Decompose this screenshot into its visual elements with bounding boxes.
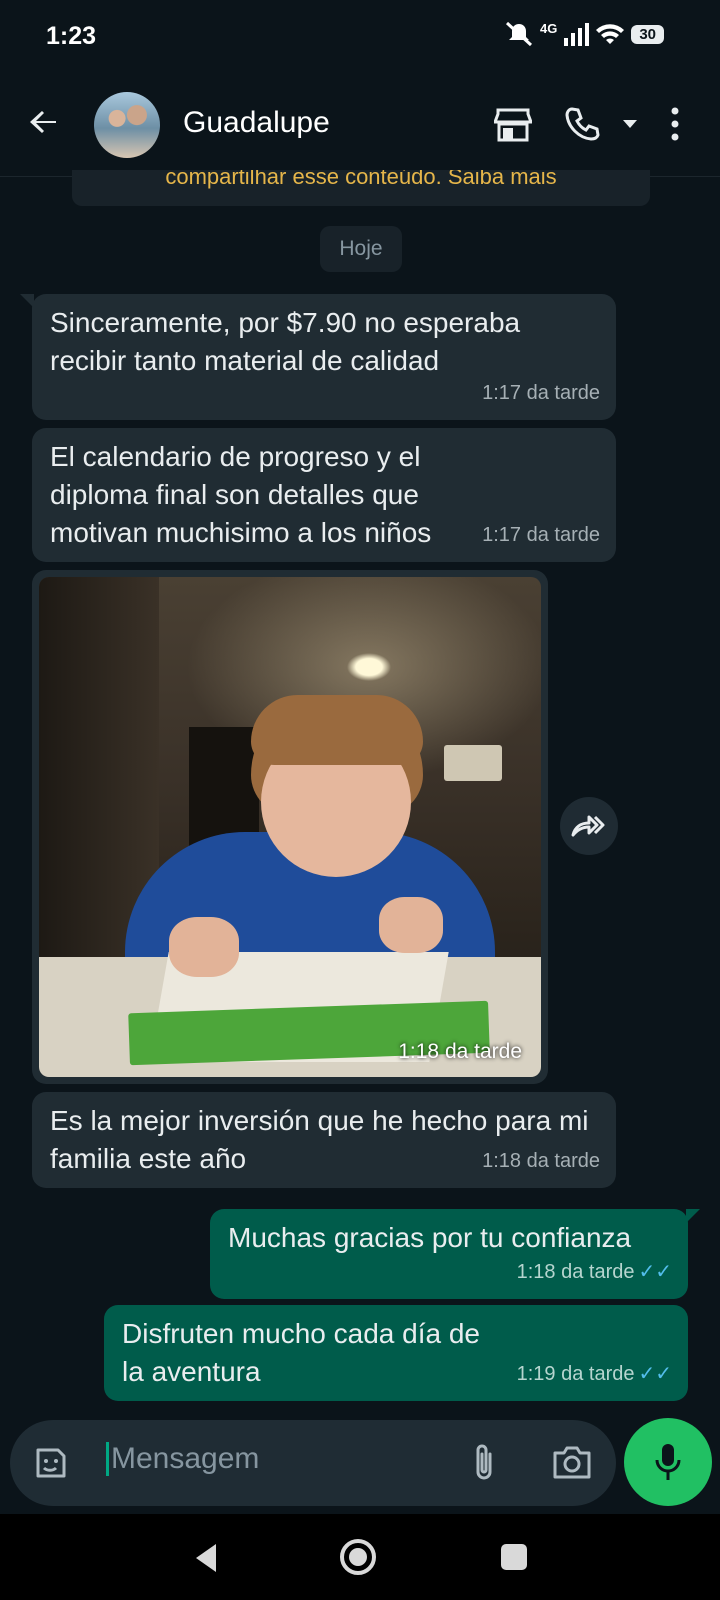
message-meta: 1:19 da tarde ✓✓ xyxy=(517,1355,672,1393)
phone-icon[interactable] xyxy=(564,106,600,142)
read-ticks-icon: ✓✓ xyxy=(638,1363,672,1385)
signal-icon xyxy=(564,23,590,46)
avatar[interactable] xyxy=(94,92,160,158)
message-bubble-outgoing[interactable]: Muchas gracias por tu confianza 1:18 da … xyxy=(210,1209,700,1299)
message-input[interactable]: Mensagem xyxy=(106,1442,259,1476)
camera-icon[interactable] xyxy=(552,1444,592,1480)
more-vert-icon[interactable] xyxy=(670,106,680,142)
battery-indicator: 30 xyxy=(631,24,664,44)
message-text: El calendario de progreso y el diploma f… xyxy=(50,441,432,548)
bubble-tail xyxy=(686,1209,700,1223)
store-icon[interactable] xyxy=(494,106,532,142)
mic-icon xyxy=(655,1444,681,1480)
back-arrow-icon[interactable] xyxy=(26,104,62,140)
message-time: 1:18 da tarde xyxy=(398,1040,522,1063)
nav-back-icon[interactable] xyxy=(192,1542,220,1574)
nav-home-icon[interactable] xyxy=(339,1538,377,1576)
message-text: Sinceramente, por $7.90 no esperaba reci… xyxy=(50,307,521,376)
network-label: 4G xyxy=(539,20,558,36)
message-time: 1:17 da tarde xyxy=(482,524,600,546)
message-meta: 1:18 da tarde ✓✓ xyxy=(517,1253,672,1291)
forward-button[interactable] xyxy=(560,797,618,855)
message-time: 1:18 da tarde xyxy=(516,1261,635,1283)
message-bubble[interactable]: El calendario de progreso y el diploma f… xyxy=(32,428,616,562)
attach-icon[interactable] xyxy=(472,1442,496,1484)
bubble-tail xyxy=(20,294,34,308)
chat-header: Guadalupe xyxy=(0,80,720,177)
message-text: Muchas gracias por tu confianza xyxy=(228,1222,632,1253)
status-bar: 1:23 4G 30 xyxy=(0,0,720,72)
message-bubble[interactable]: Es la mejor inversión que he hecho para … xyxy=(32,1092,616,1188)
message-time: 1:19 da tarde xyxy=(516,1363,635,1385)
mute-icon xyxy=(505,21,532,47)
dropdown-icon[interactable] xyxy=(622,118,638,130)
nav-recents-icon[interactable] xyxy=(500,1543,528,1571)
date-chip: Hoje xyxy=(320,226,402,272)
message-composer[interactable]: Mensagem xyxy=(10,1420,616,1506)
wifi-icon xyxy=(596,24,625,44)
message-time: 1:17 da tarde xyxy=(482,382,600,404)
sticker-icon[interactable] xyxy=(32,1444,70,1482)
photo-child-coloring[interactable] xyxy=(39,577,541,1077)
status-icons: 4G 30 xyxy=(504,20,664,48)
message-bubble-outgoing[interactable]: Disfruten mucho cada día de la aventura … xyxy=(104,1305,688,1401)
info-banner[interactable]: compartilhar esse conteúdo. Saiba mais xyxy=(72,170,650,206)
contact-name[interactable]: Guadalupe xyxy=(183,106,330,140)
system-nav-bar xyxy=(0,1514,720,1600)
message-bubble[interactable]: Sinceramente, por $7.90 no esperaba reci… xyxy=(20,294,616,420)
image-message-bubble[interactable]: 1:18 da tarde xyxy=(32,570,548,1084)
read-ticks-icon: ✓✓ xyxy=(638,1261,672,1283)
status-time: 1:23 xyxy=(46,22,97,50)
message-time: 1:18 da tarde xyxy=(482,1150,600,1172)
mic-button[interactable] xyxy=(624,1418,712,1506)
banner-text: compartilhar esse conteúdo. Saiba mais xyxy=(165,170,557,189)
message-text: Disfruten mucho cada día de la aventura xyxy=(122,1318,480,1387)
forward-icon xyxy=(571,815,605,837)
